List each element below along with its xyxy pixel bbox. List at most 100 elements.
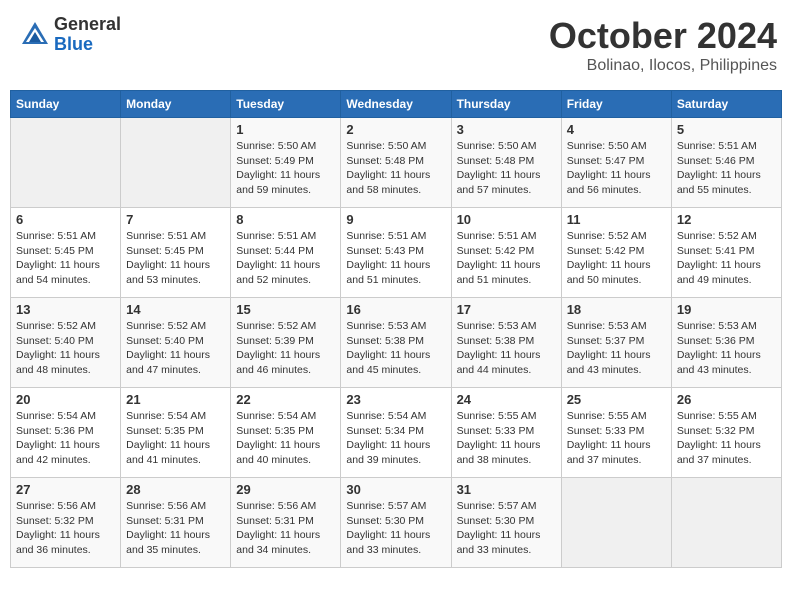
logo: General Blue: [20, 15, 121, 55]
calendar-day-cell: 5Sunrise: 5:51 AMSunset: 5:46 PMDaylight…: [671, 118, 781, 208]
day-info: Sunrise: 5:54 AMSunset: 5:35 PMDaylight:…: [236, 409, 335, 468]
calendar-week-row: 20Sunrise: 5:54 AMSunset: 5:36 PMDayligh…: [11, 388, 782, 478]
day-number: 18: [567, 302, 666, 317]
day-info: Sunrise: 5:51 AMSunset: 5:43 PMDaylight:…: [346, 229, 445, 288]
day-number: 29: [236, 482, 335, 497]
calendar-body: 1 Sunrise: 5:50 AMSunset: 5:49 PMDaylight…: [11, 118, 782, 568]
calendar-day-cell: 22Sunrise: 5:54 AMSunset: 5:35 PMDayligh…: [231, 388, 341, 478]
weekday-header-cell: Tuesday: [231, 91, 341, 118]
day-info: Sunrise: 5:52 AMSunset: 5:40 PMDaylight:…: [16, 319, 115, 378]
weekday-header-cell: Sunday: [11, 91, 121, 118]
day-number: 27: [16, 482, 115, 497]
day-info: Sunrise: 5:50 AMSunset: 5:47 PMDaylight:…: [567, 139, 666, 198]
day-info: Sunrise: 5:51 AMSunset: 5:45 PMDaylight:…: [126, 229, 225, 288]
day-info: Sunrise: 5:53 AMSunset: 5:38 PMDaylight:…: [457, 319, 556, 378]
day-info: Sunrise: 5:51 AMSunset: 5:44 PMDaylight:…: [236, 229, 335, 288]
day-number: 20: [16, 392, 115, 407]
calendar-day-cell: 4 Sunrise: 5:50 AMSunset: 5:47 PMDaylight…: [561, 118, 671, 208]
page-header: General Blue October 2024 Bolinao, Iloco…: [10, 10, 782, 80]
calendar-day-cell: [671, 478, 781, 568]
day-info: Sunrise: 5:53 AMSunset: 5:38 PMDaylight:…: [346, 319, 445, 378]
day-info: Sunrise: 5:51 AMSunset: 5:42 PMDaylight:…: [457, 229, 556, 288]
day-number: 4: [567, 122, 666, 137]
calendar-day-cell: 24 Sunrise: 5:55 AMSunset: 5:33 PMDayligh…: [451, 388, 561, 478]
calendar-day-cell: 12Sunrise: 5:52 AMSunset: 5:41 PMDayligh…: [671, 208, 781, 298]
day-info: Sunrise: 5:54 AMSunset: 5:35 PMDaylight:…: [126, 409, 225, 468]
calendar-day-cell: 16 Sunrise: 5:53 AMSunset: 5:38 PMDayligh…: [341, 298, 451, 388]
day-info: Sunrise: 5:50 AMSunset: 5:49 PMDaylight:…: [236, 139, 335, 198]
day-info: Sunrise: 5:52 AMSunset: 5:40 PMDaylight:…: [126, 319, 225, 378]
calendar-day-cell: 8 Sunrise: 5:51 AMSunset: 5:44 PMDaylight…: [231, 208, 341, 298]
day-number: 16: [346, 302, 445, 317]
day-info: Sunrise: 5:54 AMSunset: 5:34 PMDaylight:…: [346, 409, 445, 468]
day-info: Sunrise: 5:52 AMSunset: 5:42 PMDaylight:…: [567, 229, 666, 288]
day-number: 24: [457, 392, 556, 407]
day-number: 1: [236, 122, 335, 137]
calendar-day-cell: 23Sunrise: 5:54 AMSunset: 5:34 PMDayligh…: [341, 388, 451, 478]
calendar-day-cell: 18Sunrise: 5:53 AMSunset: 5:37 PMDayligh…: [561, 298, 671, 388]
calendar-day-cell: 2Sunrise: 5:50 AMSunset: 5:48 PMDaylight…: [341, 118, 451, 208]
day-info: Sunrise: 5:53 AMSunset: 5:36 PMDaylight:…: [677, 319, 776, 378]
calendar-day-cell: 15Sunrise: 5:52 AMSunset: 5:39 PMDayligh…: [231, 298, 341, 388]
day-number: 10: [457, 212, 556, 227]
calendar-day-cell: 20Sunrise: 5:54 AMSunset: 5:36 PMDayligh…: [11, 388, 121, 478]
calendar-day-cell: 31 Sunrise: 5:57 AMSunset: 5:30 PMDayligh…: [451, 478, 561, 568]
calendar-week-row: 6 Sunrise: 5:51 AMSunset: 5:45 PMDaylight…: [11, 208, 782, 298]
day-number: 2: [346, 122, 445, 137]
day-number: 6: [16, 212, 115, 227]
day-number: 15: [236, 302, 335, 317]
calendar-week-row: 1 Sunrise: 5:50 AMSunset: 5:49 PMDaylight…: [11, 118, 782, 208]
calendar-day-cell: [121, 118, 231, 208]
day-info: Sunrise: 5:55 AMSunset: 5:33 PMDaylight:…: [457, 409, 556, 468]
calendar-day-cell: [11, 118, 121, 208]
day-info: Sunrise: 5:55 AMSunset: 5:32 PMDaylight:…: [677, 409, 776, 468]
calendar-day-cell: 3 Sunrise: 5:50 AMSunset: 5:48 PMDaylight…: [451, 118, 561, 208]
calendar-day-cell: 30 Sunrise: 5:57 AMSunset: 5:30 PMDayligh…: [341, 478, 451, 568]
weekday-header-cell: Wednesday: [341, 91, 451, 118]
weekday-header-cell: Thursday: [451, 91, 561, 118]
calendar-day-cell: 7 Sunrise: 5:51 AMSunset: 5:45 PMDaylight…: [121, 208, 231, 298]
day-info: Sunrise: 5:57 AMSunset: 5:30 PMDaylight:…: [346, 499, 445, 558]
day-number: 17: [457, 302, 556, 317]
day-number: 8: [236, 212, 335, 227]
logo-blue-text: Blue: [54, 35, 121, 55]
day-info: Sunrise: 5:50 AMSunset: 5:48 PMDaylight:…: [457, 139, 556, 198]
calendar-day-cell: 9 Sunrise: 5:51 AMSunset: 5:43 PMDaylight…: [341, 208, 451, 298]
day-number: 28: [126, 482, 225, 497]
day-number: 13: [16, 302, 115, 317]
day-info: Sunrise: 5:56 AMSunset: 5:31 PMDaylight:…: [126, 499, 225, 558]
title-block: October 2024 Bolinao, Ilocos, Philippine…: [549, 15, 777, 75]
calendar-day-cell: 27Sunrise: 5:56 AMSunset: 5:32 PMDayligh…: [11, 478, 121, 568]
day-number: 30: [346, 482, 445, 497]
day-number: 14: [126, 302, 225, 317]
day-number: 26: [677, 392, 776, 407]
calendar-day-cell: 28 Sunrise: 5:56 AMSunset: 5:31 PMDayligh…: [121, 478, 231, 568]
day-info: Sunrise: 5:55 AMSunset: 5:33 PMDaylight:…: [567, 409, 666, 468]
weekday-header-cell: Saturday: [671, 91, 781, 118]
calendar-day-cell: 29Sunrise: 5:56 AMSunset: 5:31 PMDayligh…: [231, 478, 341, 568]
calendar-week-row: 13 Sunrise: 5:52 AMSunset: 5:40 PMDayligh…: [11, 298, 782, 388]
calendar-week-row: 27Sunrise: 5:56 AMSunset: 5:32 PMDayligh…: [11, 478, 782, 568]
month-title: October 2024: [549, 15, 777, 57]
day-info: Sunrise: 5:51 AMSunset: 5:45 PMDaylight:…: [16, 229, 115, 288]
day-number: 19: [677, 302, 776, 317]
calendar-day-cell: 13 Sunrise: 5:52 AMSunset: 5:40 PMDayligh…: [11, 298, 121, 388]
day-number: 31: [457, 482, 556, 497]
calendar-day-cell: 10 Sunrise: 5:51 AMSunset: 5:42 PMDayligh…: [451, 208, 561, 298]
day-number: 11: [567, 212, 666, 227]
calendar-day-cell: 25Sunrise: 5:55 AMSunset: 5:33 PMDayligh…: [561, 388, 671, 478]
day-number: 3: [457, 122, 556, 137]
weekday-header-cell: Monday: [121, 91, 231, 118]
logo-general-text: General: [54, 15, 121, 35]
weekday-header-cell: Friday: [561, 91, 671, 118]
calendar-day-cell: 11 Sunrise: 5:52 AMSunset: 5:42 PMDayligh…: [561, 208, 671, 298]
calendar-table: SundayMondayTuesdayWednesdayThursdayFrid…: [10, 90, 782, 568]
location-subtitle: Bolinao, Ilocos, Philippines: [549, 57, 777, 75]
calendar-day-cell: 1 Sunrise: 5:50 AMSunset: 5:49 PMDaylight…: [231, 118, 341, 208]
day-number: 12: [677, 212, 776, 227]
day-number: 21: [126, 392, 225, 407]
day-info: Sunrise: 5:57 AMSunset: 5:30 PMDaylight:…: [457, 499, 556, 558]
day-number: 9: [346, 212, 445, 227]
day-number: 7: [126, 212, 225, 227]
calendar-day-cell: 6 Sunrise: 5:51 AMSunset: 5:45 PMDaylight…: [11, 208, 121, 298]
